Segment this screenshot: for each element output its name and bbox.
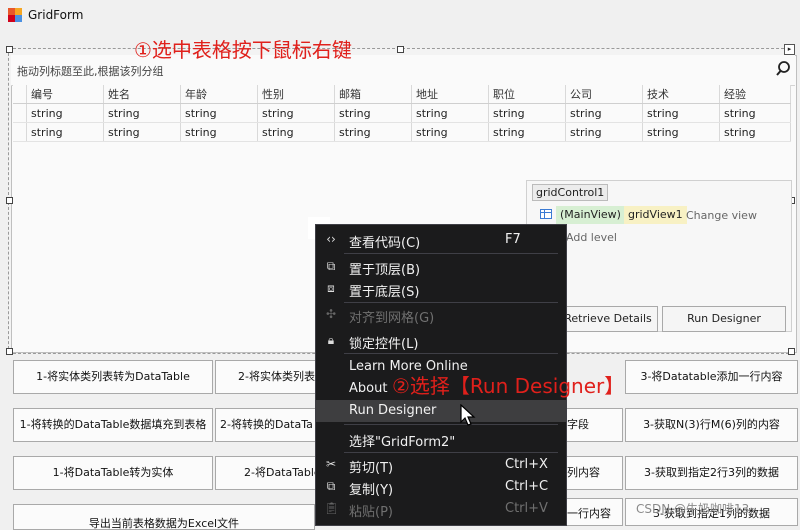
row-indicator xyxy=(13,103,27,123)
grid-view-tag[interactable]: gridView1 xyxy=(624,206,687,224)
grid-cell[interactable]: string xyxy=(103,103,181,123)
table-row[interactable]: string string string string string strin… xyxy=(13,122,791,142)
data-grid[interactable]: 编号 姓名 年龄 性别 邮箱 地址 职位 公司 技术 经验 string str… xyxy=(13,85,791,142)
grid-cell[interactable]: string xyxy=(257,103,335,123)
datatable-button-2[interactable]: 2-将转换的DataTa xyxy=(215,408,321,442)
menu-separator xyxy=(344,302,558,303)
annotation-step2: ②选择【Run Designer】 xyxy=(392,374,625,398)
menu-item-cut[interactable]: ✂ 剪切(T) Ctrl+X xyxy=(316,454,566,476)
column-header[interactable]: 邮箱 xyxy=(334,85,412,104)
lock-icon: 🔒︎ xyxy=(327,333,335,347)
search-icon[interactable] xyxy=(776,60,794,78)
menu-item-send-to-back[interactable]: ⧈ 置于底层(S) xyxy=(316,278,566,300)
grid-cell[interactable]: string xyxy=(411,103,489,123)
get-nm-content-button[interactable]: 3-获取N(3)行M(6)列的内容 xyxy=(625,408,798,442)
convert-list-to-datatable-button[interactable]: 1-将实体类列表转为DataTable xyxy=(13,360,213,394)
menu-separator xyxy=(344,353,558,354)
export-excel-button[interactable]: 导出当前表格数据为Excel文件 xyxy=(13,504,315,530)
menu-item-lock-controls[interactable]: 🔒︎ 锁定控件(L) xyxy=(316,330,566,352)
main-view-tag[interactable]: (MainView) xyxy=(556,206,625,224)
grid-cell[interactable]: string xyxy=(26,122,104,142)
grid-cell[interactable]: string xyxy=(565,122,643,142)
add-level-link[interactable]: Add level xyxy=(566,231,617,244)
resize-handle[interactable] xyxy=(788,348,795,355)
column-header[interactable]: 编号 xyxy=(26,85,104,104)
app-icon xyxy=(8,8,22,22)
grid-view-icon xyxy=(540,209,552,219)
grid-control-tag[interactable]: gridControl1 xyxy=(532,184,609,201)
menu-item-align-to-grid[interactable]: ✣ 对齐到网格(G) xyxy=(316,304,566,326)
grid-cell[interactable]: string xyxy=(565,103,643,123)
retrieve-details-button[interactable]: Retrieve Details xyxy=(558,306,658,332)
grid-cell[interactable]: string xyxy=(642,103,720,123)
column-content-button[interactable]: 列内容 xyxy=(566,456,623,490)
grid-cell[interactable]: string xyxy=(26,103,104,123)
grid-cell[interactable]: string xyxy=(103,122,181,142)
grid-cell[interactable]: string xyxy=(257,122,335,142)
column-header-row: 编号 姓名 年龄 性别 邮箱 地址 职位 公司 技术 经验 xyxy=(13,85,791,104)
grid-cell[interactable]: string xyxy=(642,122,720,142)
grid-cell[interactable]: string xyxy=(719,103,791,123)
get-cell-button[interactable]: 3-获取到指定2行3列的数据 xyxy=(625,456,798,490)
window-title: GridForm xyxy=(28,8,84,22)
resize-handle[interactable] xyxy=(6,46,13,53)
menu-item-bring-to-front[interactable]: ⧉ 置于顶层(B) xyxy=(316,256,566,278)
grid-cell[interactable]: string xyxy=(411,122,489,142)
paste-icon: 📋︎ xyxy=(324,501,340,515)
column-header[interactable]: 技术 xyxy=(642,85,720,104)
column-header[interactable]: 年龄 xyxy=(180,85,258,104)
grid-cell[interactable]: string xyxy=(488,122,566,142)
grid-cell[interactable]: string xyxy=(180,122,258,142)
resize-handle[interactable] xyxy=(397,46,404,53)
align-grid-icon: ✣ xyxy=(325,307,337,321)
menu-item-paste[interactable]: 📋︎ 粘贴(P) Ctrl+V xyxy=(316,498,566,520)
run-designer-button[interactable]: Run Designer xyxy=(662,306,786,332)
row-indicator xyxy=(13,85,27,104)
group-panel-hint: 拖动列标题至此,根据该列分组 xyxy=(17,65,164,78)
watermark: CSDN @牛奶咖啡13 xyxy=(636,502,750,516)
menu-item-run-designer[interactable]: Run Designer xyxy=(316,400,566,422)
add-row-button[interactable]: 3-将Datatable添加一行内容 xyxy=(625,360,798,394)
scissors-icon: ✂ xyxy=(325,457,337,471)
copy-icon: ⧉ xyxy=(326,479,336,493)
row-content-button[interactable]: 一行内容 xyxy=(566,498,623,526)
datatable-to-entity-button[interactable]: 1-将DataTable转为实体 xyxy=(13,456,213,490)
menu-separator xyxy=(344,424,558,425)
grid-cell[interactable]: string xyxy=(719,122,791,142)
grid-cell[interactable]: string xyxy=(488,103,566,123)
column-header[interactable]: 职位 xyxy=(488,85,566,104)
menu-separator xyxy=(344,253,558,254)
title-bar xyxy=(0,0,800,30)
column-header[interactable]: 公司 xyxy=(565,85,643,104)
column-header[interactable]: 经验 xyxy=(719,85,791,104)
menu-separator xyxy=(344,452,558,453)
fill-grid-button[interactable]: 1-将转换的DataTable数据填充到表格 xyxy=(13,408,213,442)
grid-cell[interactable]: string xyxy=(334,122,412,142)
resize-handle[interactable] xyxy=(6,348,13,355)
bring-front-icon: ⧉ xyxy=(326,259,336,273)
menu-item-view-code[interactable]: ‹› 查看代码(C) F7 xyxy=(316,229,566,251)
column-header[interactable]: 性别 xyxy=(257,85,335,104)
grid-cell[interactable]: string xyxy=(334,103,412,123)
table-row[interactable]: string string string string string strin… xyxy=(13,103,791,123)
smart-tag-icon[interactable]: ▸ xyxy=(784,44,795,55)
resize-handle[interactable] xyxy=(6,197,13,204)
grid-cell[interactable]: string xyxy=(180,103,258,123)
row-indicator xyxy=(13,122,27,142)
column-header[interactable]: 姓名 xyxy=(103,85,181,104)
field-button[interactable]: 字段 xyxy=(566,408,623,442)
change-view-link[interactable]: Change view xyxy=(686,209,757,222)
annotation-step1: ①选中表格按下鼠标右键 xyxy=(134,38,352,62)
menu-item-copy[interactable]: ⧉ 复制(Y) Ctrl+C xyxy=(316,476,566,498)
code-icon: ‹› xyxy=(326,232,336,246)
column-header[interactable]: 地址 xyxy=(411,85,489,104)
mouse-cursor-icon xyxy=(460,404,476,426)
send-back-icon: ⧈ xyxy=(327,281,335,295)
menu-item-select-form[interactable]: 选择"GridForm2" xyxy=(316,428,566,450)
